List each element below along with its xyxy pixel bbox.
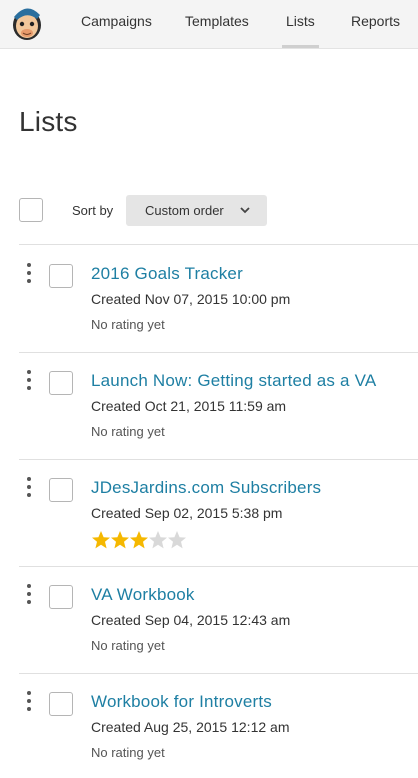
list-rating-text: No rating yet (91, 317, 165, 332)
nav-campaigns[interactable]: Campaigns (81, 13, 152, 29)
star-filled-icon[interactable] (129, 530, 149, 550)
list-item-checkbox[interactable] (49, 692, 73, 716)
select-all-checkbox[interactable] (19, 198, 43, 222)
chevron-down-icon (240, 207, 250, 214)
kebab-menu-icon[interactable] (24, 477, 34, 499)
sort-order-value: Custom order (145, 203, 224, 218)
star-filled-icon[interactable] (110, 530, 130, 550)
list-created-date: Created Oct 21, 2015 11:59 am (91, 398, 287, 414)
list-created-date: Created Nov 07, 2015 10:00 pm (91, 291, 291, 307)
list-created-date: Created Aug 25, 2015 12:12 am (91, 719, 290, 735)
star-empty-icon[interactable] (167, 530, 187, 550)
mailchimp-logo[interactable] (9, 3, 45, 43)
list-item: JDesJardins.com Subscribers Created Sep … (0, 459, 418, 566)
list-item: VA Workbook Created Sep 04, 2015 12:43 a… (0, 566, 418, 673)
kebab-menu-icon[interactable] (24, 370, 34, 392)
list-title-link[interactable]: VA Workbook (91, 585, 195, 605)
list-item-checkbox[interactable] (49, 371, 73, 395)
list-created-date: Created Sep 04, 2015 12:43 am (91, 612, 291, 628)
list-rating-text: No rating yet (91, 638, 165, 653)
kebab-menu-icon[interactable] (24, 584, 34, 606)
sort-by-label: Sort by (72, 203, 114, 218)
sort-order-dropdown[interactable]: Custom order (126, 195, 267, 226)
list-rating-text: No rating yet (91, 424, 165, 439)
star-filled-icon[interactable] (91, 530, 111, 550)
list-rating-text: No rating yet (91, 745, 165, 760)
page-title: Lists (19, 106, 78, 137)
list-title-link[interactable]: JDesJardins.com Subscribers (91, 478, 321, 498)
list-item: Launch Now: Getting started as a VA Crea… (0, 352, 418, 459)
list-item-checkbox[interactable] (49, 264, 73, 288)
list-title-link[interactable]: Workbook for Introverts (91, 692, 272, 712)
list-created-date: Created Sep 02, 2015 5:38 pm (91, 505, 283, 521)
list-title-link[interactable]: 2016 Goals Tracker (91, 264, 243, 284)
list-item: Workbook for Introverts Created Aug 25, … (0, 673, 418, 778)
nav-lists[interactable]: Lists (282, 13, 319, 48)
list-item-checkbox[interactable] (49, 478, 73, 502)
kebab-menu-icon[interactable] (24, 691, 34, 713)
top-navigation: Campaigns Templates Lists Reports (0, 0, 418, 49)
star-empty-icon[interactable] (148, 530, 168, 550)
kebab-menu-icon[interactable] (24, 263, 34, 285)
nav-reports[interactable]: Reports (351, 13, 400, 29)
nav-templates[interactable]: Templates (185, 13, 249, 29)
list-item-checkbox[interactable] (49, 585, 73, 609)
list-title-link[interactable]: Launch Now: Getting started as a VA (91, 371, 376, 391)
list-item: 2016 Goals Tracker Created Nov 07, 2015 … (0, 245, 418, 352)
